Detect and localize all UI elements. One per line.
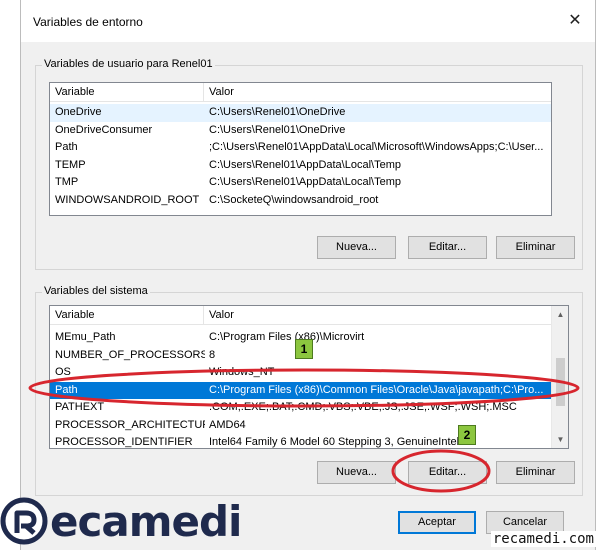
variable-value: Windows_NT <box>209 366 275 378</box>
user-delete-button[interactable]: Eliminar <box>496 236 575 259</box>
system-edit-button[interactable]: Editar... <box>408 461 487 484</box>
variable-name: NUMBER_OF_PROCESSORS <box>55 348 205 361</box>
variable-value: Intel64 Family 6 Model 60 Stepping 3, Ge… <box>209 436 460 448</box>
variable-name: TEMP <box>55 158 86 171</box>
variable-name: OneDriveConsumer <box>55 123 153 136</box>
step-marker-1: 1 <box>295 339 313 359</box>
column-header-variable[interactable]: Variable <box>55 86 95 98</box>
user-list-header: Variable Valor <box>50 83 551 102</box>
system-new-button[interactable]: Nueva... <box>317 461 396 484</box>
step-marker-2: 2 <box>458 425 476 445</box>
variable-value: ;C:\Users\Renel01\AppData\Local\Microsof… <box>209 141 544 153</box>
list-item[interactable]: PATHEXT .COM;.EXE;.BAT;.CMD;.VBS;.VBE;.J… <box>50 399 568 417</box>
title-bar: Variables de entorno ✕ <box>21 0 595 42</box>
list-item[interactable]: PROCESSOR_ARCHITECTURE AMD64 <box>50 417 568 435</box>
variable-value: C:\Users\Renel01\OneDrive <box>209 123 346 136</box>
column-header-variable[interactable]: Variable <box>55 309 95 321</box>
scroll-down-icon[interactable]: ▼ <box>552 431 568 448</box>
list-item[interactable]: TMP C:\Users\Renel01\AppData\Local\Temp <box>50 174 551 192</box>
system-variables-label: Variables del sistema <box>42 285 150 297</box>
variable-name: OneDrive <box>55 106 102 118</box>
close-icon[interactable]: ✕ <box>563 10 587 32</box>
variable-name: MEmu_Path <box>55 331 116 343</box>
user-edit-button[interactable]: Editar... <box>408 236 487 259</box>
system-delete-button[interactable]: Eliminar <box>496 461 575 484</box>
accept-button[interactable]: Aceptar <box>398 511 476 534</box>
variable-name: PROCESSOR_IDENTIFIER <box>55 436 193 448</box>
list-item[interactable]: OneDrive C:\Users\Renel01\OneDrive <box>50 104 551 122</box>
variable-value: C:\Program Files (x86)\Microvirt <box>209 331 365 343</box>
user-variables-group: Variables de usuario para Renel01 Variab… <box>35 58 583 270</box>
system-variables-group: Variables del sistema Variable Valor MEm… <box>35 285 583 496</box>
variable-value: C:\Users\Renel01\AppData\Local\Temp <box>209 158 401 171</box>
system-variables-list[interactable]: Variable Valor MEmu_Path C:\Program File… <box>49 305 569 449</box>
variable-name: Path <box>55 383 78 396</box>
list-item[interactable]: OneDriveConsumer C:\Users\Renel01\OneDri… <box>50 122 551 140</box>
scroll-up-icon[interactable]: ▲ <box>552 306 568 323</box>
list-item[interactable]: TEMP C:\Users\Renel01\AppData\Local\Temp <box>50 157 551 175</box>
variable-name: TMP <box>55 176 79 188</box>
variable-name: WINDOWSANDROID_ROOT <box>55 193 200 206</box>
list-item-selected[interactable]: Path C:\Program Files (x86)\Common Files… <box>50 381 568 399</box>
list-item[interactable]: OS Windows_NT <box>50 364 568 382</box>
variable-value: C:\SocketeQ\windowsandroid_root <box>209 193 379 206</box>
user-variables-list[interactable]: Variable Valor OneDrive C:\Users\Renel01… <box>49 82 552 216</box>
column-header-value[interactable]: Valor <box>209 86 234 98</box>
logo-r-icon <box>0 497 48 545</box>
column-divider[interactable] <box>203 83 204 102</box>
scroll-thumb[interactable] <box>556 358 565 406</box>
column-header-value[interactable]: Valor <box>209 309 234 321</box>
window-title: Variables de entorno <box>33 15 143 29</box>
variable-value: C:\Users\Renel01\OneDrive <box>209 106 346 118</box>
variable-value: C:\Users\Renel01\AppData\Local\Temp <box>209 176 401 188</box>
user-variables-label: Variables de usuario para Renel01 <box>42 58 215 70</box>
variable-value: 8 <box>209 348 216 361</box>
system-list-header: Variable Valor <box>50 306 568 325</box>
environment-variables-dialog: Variables de entorno ✕ Variables de usua… <box>20 0 596 550</box>
recamedi-logo: ecamedi <box>0 495 300 550</box>
logo-text: ecamedi <box>50 497 242 546</box>
variable-value: .COM;.EXE;.BAT;.CMD;.VBS;.VBE;.JS;.JSE;.… <box>209 401 517 413</box>
variable-value: AMD64 <box>209 418 246 431</box>
list-item[interactable]: Path ;C:\Users\Renel01\AppData\Local\Mic… <box>50 139 551 157</box>
column-divider[interactable] <box>203 306 204 325</box>
variable-name: Path <box>55 141 78 153</box>
watermark: recamedi.com <box>490 531 596 547</box>
user-new-button[interactable]: Nueva... <box>317 236 396 259</box>
vertical-scrollbar[interactable]: ▲ ▼ <box>551 306 568 448</box>
variable-name: PROCESSOR_ARCHITECTURE <box>55 418 205 431</box>
variable-value: C:\Program Files (x86)\Common Files\Orac… <box>209 383 544 396</box>
variable-name: OS <box>55 366 71 378</box>
variable-name: PATHEXT <box>55 401 105 413</box>
list-item[interactable]: PROCESSOR_IDENTIFIER Intel64 Family 6 Mo… <box>50 434 568 448</box>
list-item[interactable]: WINDOWSANDROID_ROOT C:\SocketeQ\windowsa… <box>50 192 551 210</box>
